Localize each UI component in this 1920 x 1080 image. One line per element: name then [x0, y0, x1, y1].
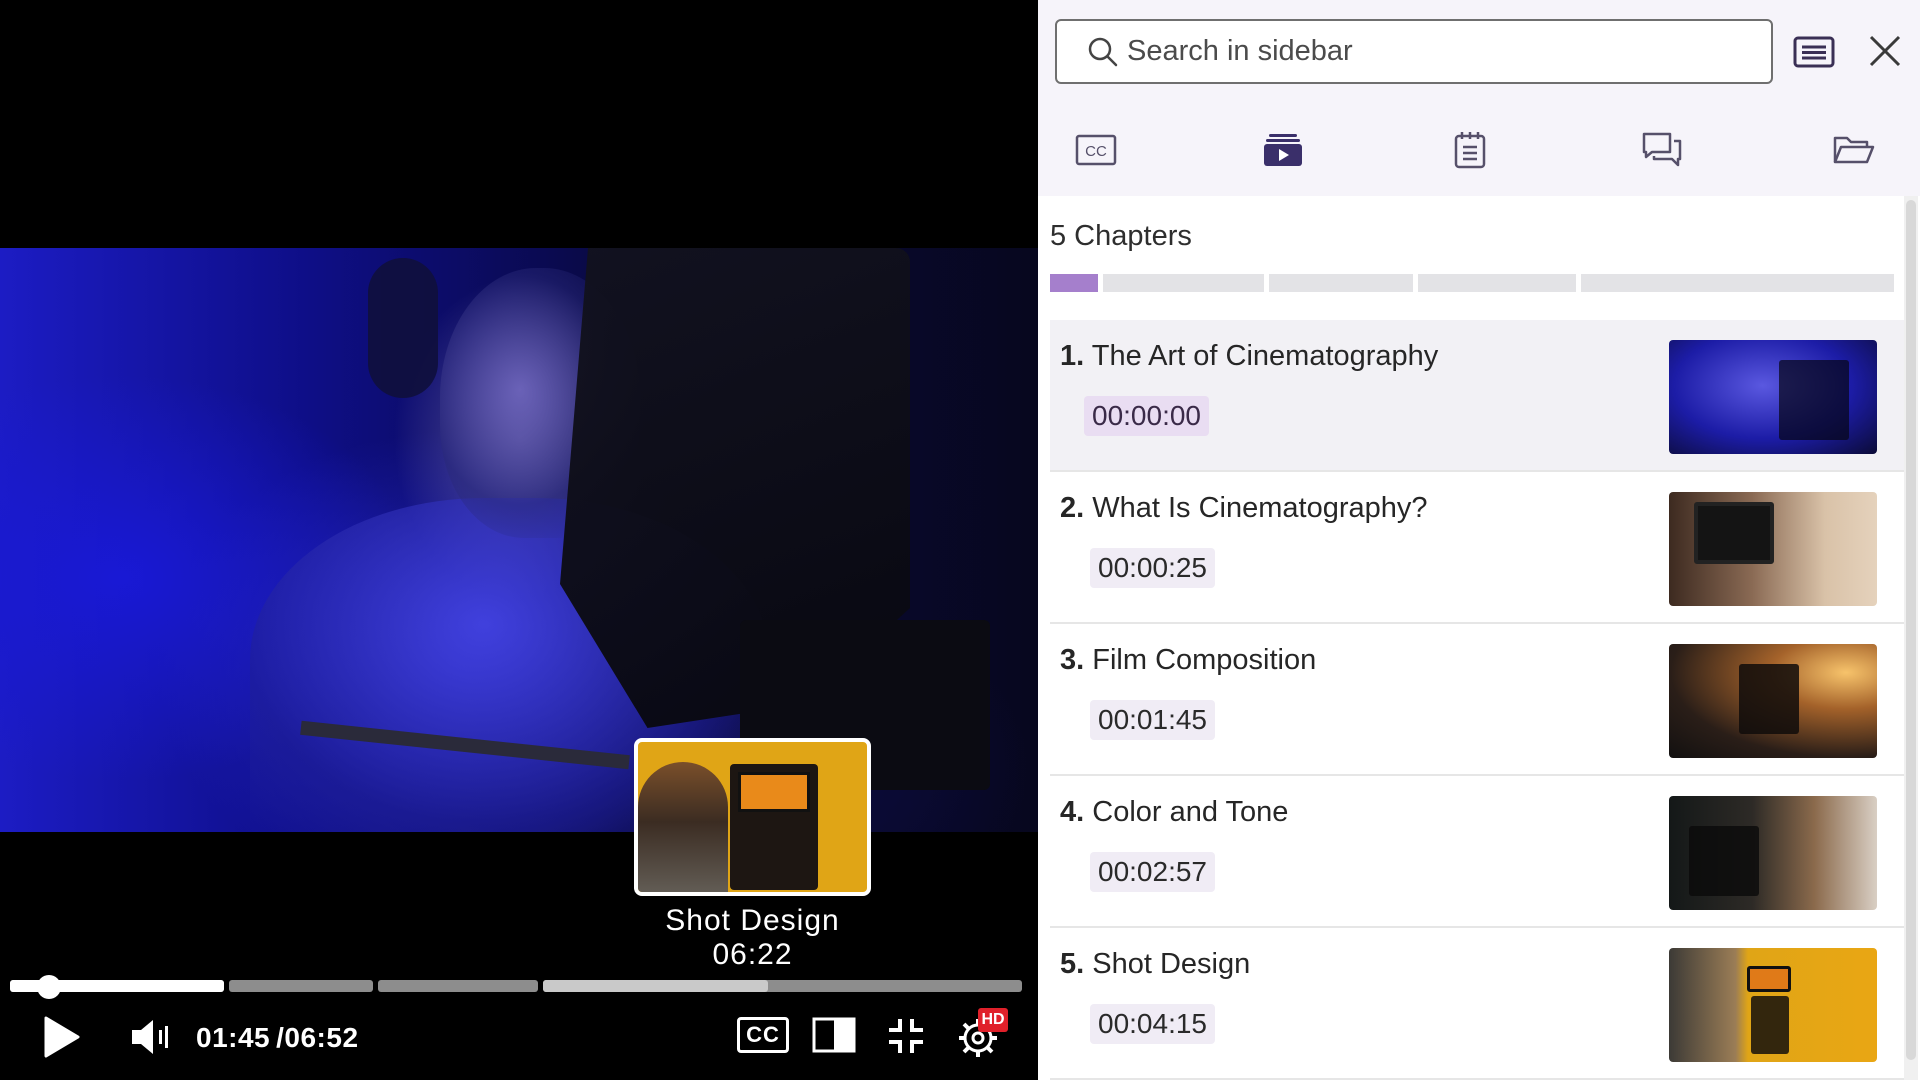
mute-button[interactable] [128, 1012, 174, 1062]
exit-fullscreen-icon [889, 1019, 923, 1053]
chapter-title-text: Film Composition [1092, 644, 1317, 676]
chapter-thumbnail[interactable] [1669, 948, 1877, 1062]
chapter-item[interactable]: 4. Color and Tone 00:02:57 [1050, 776, 1904, 928]
play-icon [44, 1016, 80, 1058]
preview-monitor [738, 772, 810, 812]
seek-preview-time: 06:22 [712, 938, 793, 971]
current-time: 01:45 [196, 1022, 271, 1053]
chapter-timestamp[interactable]: 00:00:00 [1084, 396, 1209, 436]
chapter-thumbnail[interactable] [1669, 492, 1877, 606]
cc-icon: CC [737, 1017, 789, 1053]
chapters-icon [1264, 134, 1302, 166]
chapter-thumbnail[interactable] [1669, 644, 1877, 758]
chapter-title[interactable]: 4. Color and Tone [1060, 796, 1288, 829]
chapter-progress-segment [1103, 274, 1264, 292]
chapter-timestamp[interactable]: 00:00:25 [1090, 548, 1215, 588]
chapter-number: 4. [1060, 796, 1085, 828]
total-time: /06:52 [276, 1022, 359, 1053]
video-frame[interactable] [0, 248, 1038, 832]
volume-icon [132, 1020, 168, 1054]
transcript-icon [1793, 36, 1835, 68]
folder-icon [1833, 136, 1875, 164]
chapter-title-text: What Is Cinematography? [1092, 492, 1428, 524]
chapter-progress-segment [1269, 274, 1413, 292]
close-sidebar-button[interactable] [1864, 30, 1906, 72]
chapter-progress-segment-active [1050, 274, 1098, 292]
search-icon [1087, 36, 1119, 68]
sidebar-panel: CC [1038, 0, 1920, 1080]
search-box[interactable] [1055, 19, 1773, 84]
chapter-title[interactable]: 3. Film Composition [1060, 644, 1316, 677]
thumbnail-camera [1689, 826, 1759, 896]
chapter-number: 3. [1060, 644, 1085, 676]
seek-preview-title: Shot Design [665, 904, 840, 937]
chapter-thumbnail[interactable] [1669, 796, 1877, 910]
exit-fullscreen-button[interactable] [884, 1014, 928, 1058]
player-controls: 01:45 /06:52 CC [0, 1010, 1038, 1070]
tab-chapters[interactable] [1253, 124, 1313, 176]
close-icon [1869, 35, 1901, 67]
chapter-progress-segment [1418, 274, 1576, 292]
progress-bar[interactable] [10, 980, 1022, 992]
preview-person [638, 762, 728, 892]
chapter-item[interactable]: 5. Shot Design 00:04:15 [1050, 928, 1904, 1080]
thumbnail-camera [1779, 360, 1849, 440]
chapter-number: 5. [1060, 948, 1085, 980]
chapter-timestamp[interactable]: 00:01:45 [1090, 700, 1215, 740]
progress-hover-range [543, 980, 768, 992]
progress-chapter-segment[interactable] [229, 980, 373, 992]
chapter-list: 1. The Art of Cinematography 00:00:00 2.… [1050, 320, 1904, 1080]
tab-captions-label: CC [1085, 143, 1107, 160]
theater-mode-button[interactable] [810, 1014, 858, 1056]
thumbnail-camera [1739, 664, 1799, 734]
chapter-number: 2. [1060, 492, 1085, 524]
thumbnail-camera [1751, 996, 1789, 1054]
chapter-title[interactable]: 2. What Is Cinematography? [1060, 492, 1428, 525]
time-display: 01:45 /06:52 [196, 1018, 359, 1058]
chapter-item[interactable]: 2. What Is Cinematography? 00:00:25 [1050, 472, 1904, 624]
chapter-number: 1. [1060, 340, 1085, 372]
seek-preview-thumbnail [634, 738, 871, 896]
chapter-title[interactable]: 5. Shot Design [1060, 948, 1250, 981]
chapter-thumbnail[interactable] [1669, 340, 1877, 454]
chapter-progress-bar [1050, 274, 1904, 292]
thumbnail-monitor [1747, 966, 1791, 992]
chapter-title-text: Color and Tone [1092, 796, 1289, 828]
thumbnail-monitor [1694, 502, 1774, 564]
comments-icon [1642, 132, 1682, 167]
tab-comments[interactable] [1632, 124, 1692, 176]
chapter-timestamp[interactable]: 00:02:57 [1090, 852, 1215, 892]
tab-files[interactable] [1824, 124, 1884, 176]
sidebar-scrollbar-thumb[interactable] [1906, 200, 1916, 1060]
sidebar-header: CC [1038, 0, 1920, 196]
cc-icon: CC [1075, 134, 1117, 166]
chapter-progress-segment [1581, 274, 1894, 292]
chapter-item[interactable]: 1. The Art of Cinematography 00:00:00 [1050, 320, 1904, 472]
chapter-title[interactable]: 1. The Art of Cinematography [1060, 340, 1438, 373]
progress-chapter-segment[interactable] [378, 980, 538, 992]
progress-scrubber-handle[interactable] [37, 975, 61, 999]
notes-icon [1454, 132, 1486, 169]
play-button[interactable] [40, 1012, 84, 1062]
video-player[interactable]: Shot Design 06:22 01:45 /06:52 CC HD [0, 0, 1038, 1080]
transcript-toggle-button[interactable] [1792, 32, 1836, 72]
chapter-item[interactable]: 3. Film Composition 00:01:45 [1050, 624, 1904, 776]
search-input[interactable] [1127, 35, 1727, 68]
chapter-title-text: Shot Design [1092, 948, 1251, 980]
tab-captions[interactable]: CC [1066, 124, 1126, 176]
chapter-title-text: The Art of Cinematography [1091, 340, 1439, 372]
sidebar-toggle-icon [812, 1017, 856, 1053]
video-headphones [368, 258, 438, 398]
tab-notes[interactable] [1440, 124, 1500, 176]
chapters-heading: 5 Chapters [1050, 220, 1192, 252]
captions-button[interactable]: CC [736, 1014, 790, 1056]
chapter-timestamp[interactable]: 00:04:15 [1090, 1004, 1215, 1044]
hd-badge: HD [978, 1008, 1008, 1032]
